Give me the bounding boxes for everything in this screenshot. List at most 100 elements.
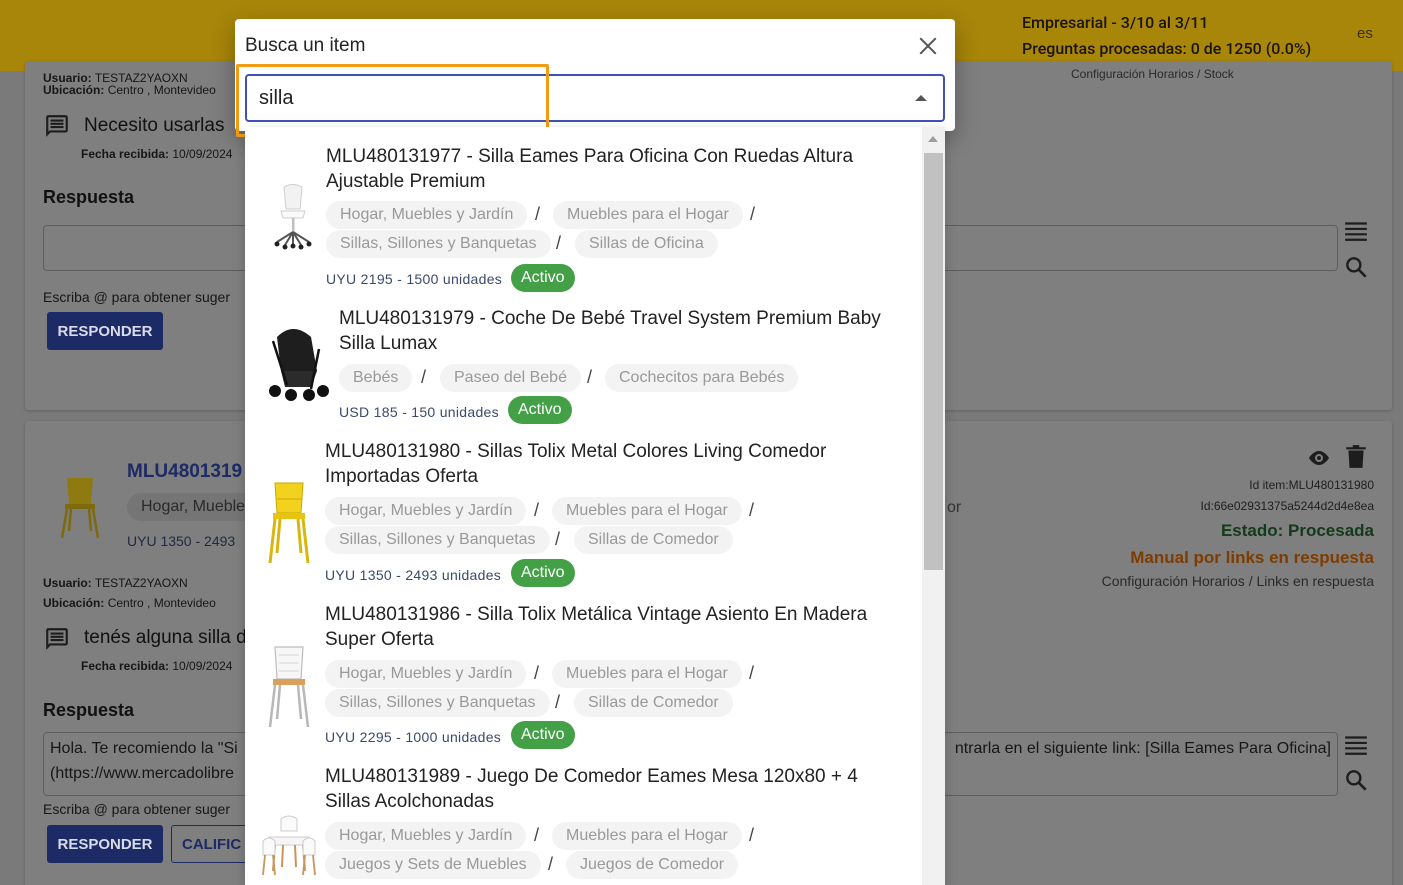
- config-links[interactable]: Configuración Horarios / Links en respue…: [1102, 573, 1374, 589]
- item-price: UYU 1350 - 2493: [127, 533, 236, 549]
- respond-button[interactable]: RESPONDER: [47, 825, 163, 863]
- scroll-thumb[interactable]: [924, 153, 943, 570]
- search-icon[interactable]: [1343, 254, 1369, 280]
- slash-separator: /: [749, 825, 755, 845]
- slash-separator: /: [534, 500, 540, 520]
- scroll-up-arrow-icon[interactable]: [928, 136, 938, 142]
- slash-separator: /: [534, 825, 540, 845]
- item-title: MLU480131979 - Coche De Bebé Travel Syst…: [339, 308, 881, 354]
- white-chair-icon: [268, 646, 310, 728]
- category-chip: Sillas de Comedor: [574, 689, 733, 717]
- location-row: Ubicación: Centro , Montevideo: [43, 596, 216, 610]
- search-icon[interactable]: [1343, 767, 1369, 793]
- category-chip: Muebles para el Hogar: [552, 497, 742, 525]
- list-item[interactable]: MLU480131989 - Juego De Comedor Eames Me…: [245, 753, 921, 885]
- search-item-dialog: Busca un item: [235, 19, 955, 131]
- status-badge: Activo: [511, 559, 575, 587]
- processed-questions: Preguntas procesadas: 0 de 1250 (0.0%): [1022, 39, 1312, 58]
- slash-separator: /: [555, 529, 561, 549]
- slash-separator: /: [548, 854, 554, 874]
- status-badge: Activo: [511, 721, 575, 749]
- location-row: Ubicación: Centro , Montevideo: [43, 83, 216, 97]
- answer-label: Respuesta: [43, 700, 135, 720]
- question-text: tenés alguna silla d: [84, 627, 247, 648]
- list-item[interactable]: MLU480131979 - Coche De Bebé Travel Syst…: [245, 293, 921, 426]
- chat-icon: [46, 115, 68, 137]
- plan-period: Empresarial - 3/10 al 3/11: [1022, 13, 1209, 32]
- answer-text-line1: Hola. Te recomiendo la "Si: [50, 740, 238, 757]
- status-badge: Activo: [508, 396, 572, 424]
- item-price: UYU 2195 - 1500 unidades: [326, 271, 503, 287]
- config-links[interactable]: Configuración Horarios / Stock: [1071, 67, 1234, 81]
- language-selector[interactable]: es: [1357, 25, 1373, 42]
- trash-icon[interactable]: [1345, 444, 1367, 470]
- caret-up-icon[interactable]: [915, 95, 927, 101]
- slash-separator: /: [555, 692, 561, 712]
- category-chip: Cochecitos para Bebés: [605, 364, 799, 392]
- respond-button[interactable]: RESPONDER: [47, 312, 163, 350]
- slash-separator: /: [421, 367, 427, 387]
- slash-separator: /: [556, 233, 562, 253]
- slash-separator: /: [749, 663, 755, 683]
- item-price: UYU 1350 - 2493 unidades: [325, 567, 502, 583]
- yellow-chair-icon: [60, 478, 100, 539]
- category-chip: Sillas, Sillones y Banquetas: [326, 230, 551, 258]
- category-chip: Sillas, Sillones y Banquetas: [325, 689, 550, 717]
- menu-icon[interactable]: [1343, 733, 1369, 755]
- category-chip: Muebles para el Hogar: [552, 660, 742, 688]
- category-chip: Hogar, Mueble: [127, 493, 260, 521]
- mode-label: Manual por links en respuesta: [1130, 548, 1374, 567]
- chat-icon: [46, 628, 68, 650]
- slash-separator: /: [534, 663, 540, 683]
- eye-icon[interactable]: [1305, 446, 1333, 470]
- yellow-chair-icon: [268, 482, 310, 564]
- hint-text: Escriba @ para obtener suger: [43, 289, 230, 305]
- close-icon[interactable]: [915, 33, 941, 59]
- category-chip: Muebles para el Hogar: [553, 201, 743, 229]
- question-text: Necesito usarlas: [84, 115, 225, 136]
- status-badge: Activo: [511, 264, 575, 292]
- id-hash: Id:66e02931375a5244d2d4e8ea: [1200, 499, 1374, 513]
- category-chip: Paseo del Bebé: [440, 364, 581, 392]
- hint-text: Escriba @ para obtener suger: [43, 801, 230, 817]
- list-item[interactable]: MLU480131977 - Silla Eames Para Oficina …: [245, 127, 921, 292]
- received-date: Fecha recibida: 10/09/2024: [81, 659, 233, 673]
- answer-text-right: ntrarla en el siguiente link: [Silla Eam…: [954, 740, 1331, 757]
- menu-icon[interactable]: [1343, 219, 1369, 241]
- category-chip: Hogar, Muebles y Jardín: [325, 497, 527, 525]
- category-chip-tail: or: [947, 499, 962, 516]
- plan-info: Empresarial - 3/10 al 3/11 Preguntas pro…: [1022, 10, 1311, 62]
- item-title-link[interactable]: MLU4801319: [127, 461, 242, 483]
- office-chair-icon: [274, 184, 312, 250]
- status-label: Estado: Procesada: [1220, 521, 1374, 540]
- item-title: MLU480131989 - Juego De Comedor Eames Me…: [325, 766, 858, 812]
- slash-separator: /: [749, 500, 755, 520]
- item-title: MLU480131977 - Silla Eames Para Oficina …: [326, 146, 854, 192]
- slash-separator: /: [535, 204, 541, 224]
- category-chip: Sillas de Oficina: [575, 230, 718, 258]
- scrollbar[interactable]: [922, 127, 945, 885]
- category-chip: Sillas de Comedor: [574, 526, 733, 554]
- results-listbox[interactable]: MLU480131977 - Silla Eames Para Oficina …: [245, 127, 945, 885]
- category-chip: Hogar, Muebles y Jardín: [326, 201, 528, 229]
- item-title: MLU480131980 - Sillas Tolix Metal Colore…: [325, 441, 827, 487]
- answer-label: Respuesta: [43, 187, 135, 207]
- item-price: USD 185 - 150 unidades: [339, 404, 499, 420]
- search-input[interactable]: [259, 86, 879, 110]
- list-item[interactable]: MLU480131986 - Silla Tolix Metálica Vint…: [245, 591, 921, 753]
- dialog-title: Busca un item: [245, 35, 366, 56]
- list-item[interactable]: MLU480131980 - Sillas Tolix Metal Colore…: [245, 427, 921, 589]
- category-chip: Bebés: [339, 364, 413, 392]
- stroller-icon: [269, 329, 329, 401]
- answer-text-line2: (https://www.mercadolibre: [50, 765, 235, 782]
- category-chip: Juegos y Sets de Muebles: [325, 851, 541, 879]
- category-chip: Muebles para el Hogar: [552, 822, 742, 850]
- dining-set-icon: [262, 815, 316, 876]
- search-combobox[interactable]: [245, 74, 945, 122]
- item-price: UYU 2295 - 1000 unidades: [325, 729, 502, 745]
- slash-separator: /: [750, 204, 756, 224]
- category-chip: Juegos de Comedor: [566, 851, 739, 879]
- item-title: MLU480131986 - Silla Tolix Metálica Vint…: [325, 604, 868, 650]
- category-chip: Hogar, Muebles y Jardín: [325, 822, 527, 850]
- slash-separator: /: [587, 367, 593, 387]
